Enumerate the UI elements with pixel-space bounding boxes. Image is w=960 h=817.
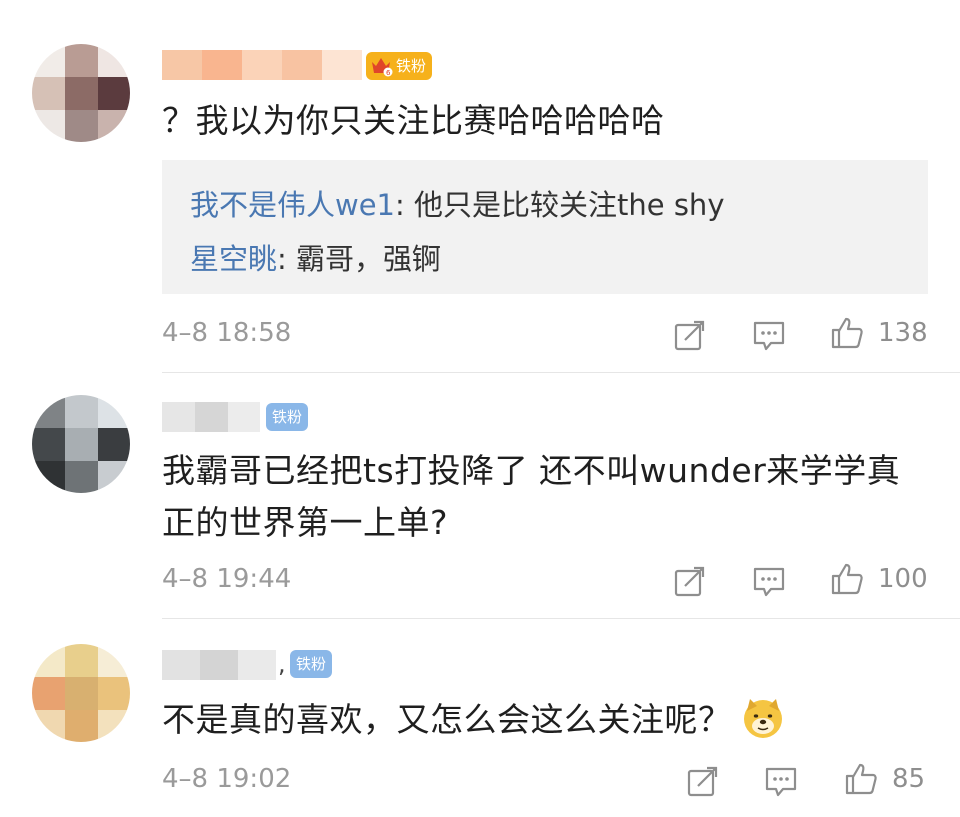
like-count: 85: [892, 764, 926, 794]
fan-badge-label: 铁粉: [296, 655, 327, 673]
fan-badge-label: 铁粉: [396, 57, 427, 75]
reply-icon[interactable]: [752, 318, 786, 352]
reply-icon[interactable]: [764, 764, 798, 798]
comment-text: 我霸哥已经把ts打投降了 还不叫wunder来学学真 正的世界第一上单?: [162, 448, 900, 546]
username-blurred[interactable]: [162, 650, 276, 680]
reply-line: 我不是伟人we1: 他只是比较关注the shy: [190, 178, 900, 232]
comment-text: 不是真的喜欢，又怎么会这么关注呢？: [162, 697, 784, 743]
fan-badge: 铁粉: [290, 650, 333, 678]
like-count: 138: [878, 318, 928, 348]
crown-icon: 6: [372, 58, 393, 77]
reply-separator: :: [277, 242, 297, 276]
reply-separator: :: [395, 188, 415, 222]
reply-line: 星空眺: 霸哥，强锕: [190, 232, 900, 286]
reply-icon[interactable]: [752, 564, 786, 598]
timestamp: 4–8 19:02: [162, 764, 292, 794]
timestamp: 4–8 18:58: [162, 318, 292, 348]
thumbs-up-icon[interactable]: [830, 316, 864, 350]
comment-text-line: 我霸哥已经把ts打投降了 还不叫wunder来学学真: [162, 451, 901, 490]
avatar[interactable]: [32, 644, 130, 742]
timestamp: 4–8 19:44: [162, 564, 292, 594]
share-icon[interactable]: [673, 564, 707, 598]
thumbs-up-icon[interactable]: [844, 762, 878, 796]
share-icon[interactable]: [686, 764, 720, 798]
comment-text: ？我以为你只关注比赛哈哈哈哈哈: [162, 101, 665, 140]
divider: [162, 372, 960, 373]
username-blurred[interactable]: [162, 50, 362, 80]
fan-badge: 6 铁粉: [366, 52, 433, 80]
doge-emoji-icon: [743, 699, 782, 738]
divider: [162, 618, 960, 619]
avatar[interactable]: [32, 395, 130, 493]
comment-text-line: 正的世界第一上单?: [162, 503, 449, 542]
reply-user-link[interactable]: 我不是伟人we1: [190, 188, 395, 222]
thumbs-up-icon[interactable]: [830, 562, 864, 596]
comment-text-content: 不是真的喜欢，又怎么会这么关注呢？: [162, 700, 732, 739]
reply-preview[interactable]: 我不是伟人we1: 他只是比较关注the shy 星空眺: 霸哥，强锕: [162, 160, 928, 294]
avatar[interactable]: [32, 44, 130, 142]
like-count: 100: [878, 564, 928, 594]
svg-text:6: 6: [386, 69, 391, 77]
fan-badge: 铁粉: [266, 403, 309, 431]
fan-badge-label: 铁粉: [272, 408, 303, 426]
username-blurred[interactable]: [162, 402, 260, 432]
reply-user-link[interactable]: 星空眺: [190, 242, 277, 276]
reply-text: 霸哥，强锕: [296, 242, 442, 276]
reply-text: 他只是比较关注the shy: [414, 188, 725, 222]
username-tail: ,: [278, 650, 286, 678]
share-icon[interactable]: [673, 318, 707, 352]
